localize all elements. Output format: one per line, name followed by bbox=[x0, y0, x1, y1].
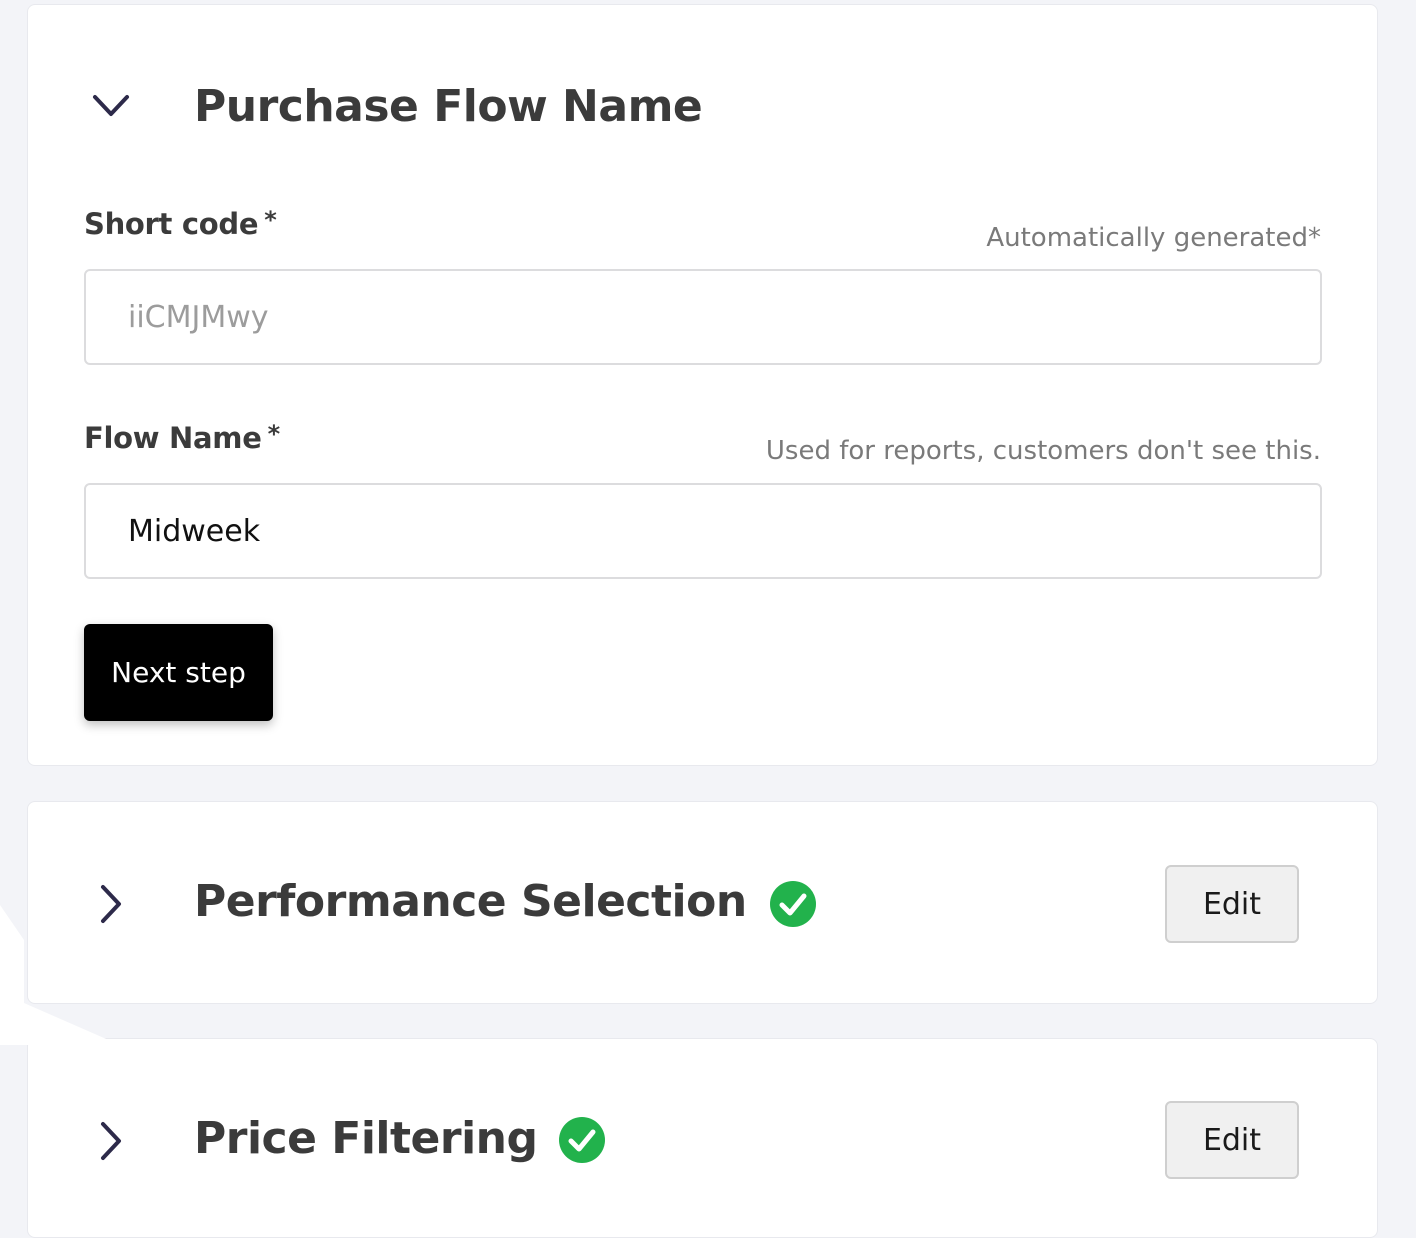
chevron-right-icon[interactable] bbox=[98, 884, 124, 924]
price-filtering-card: Price Filtering Edit bbox=[27, 1038, 1378, 1238]
flow-name-label: Flow Name * bbox=[84, 421, 280, 455]
short-code-label-text: Short code bbox=[84, 207, 259, 241]
chevron-right-icon[interactable] bbox=[98, 1121, 124, 1161]
section-title-purchase-flow: Purchase Flow Name bbox=[194, 81, 703, 132]
required-mark: * bbox=[267, 420, 281, 448]
edit-price-filtering-button[interactable]: Edit bbox=[1165, 1101, 1299, 1179]
edit-performance-selection-button[interactable]: Edit bbox=[1165, 865, 1299, 943]
short-code-label: Short code * bbox=[84, 207, 277, 241]
section-title-performance-selection: Performance Selection bbox=[194, 876, 747, 927]
flow-name-label-text: Flow Name bbox=[84, 421, 262, 455]
performance-selection-card: Performance Selection Edit bbox=[27, 801, 1378, 1004]
check-circle-icon bbox=[559, 1117, 605, 1163]
short-code-input[interactable] bbox=[84, 269, 1322, 365]
short-code-hint: Automatically generated* bbox=[986, 223, 1321, 253]
next-step-button[interactable]: Next step bbox=[84, 624, 273, 721]
chevron-down-icon[interactable] bbox=[92, 93, 130, 119]
section-title-price-filtering: Price Filtering bbox=[194, 1113, 538, 1164]
flow-name-hint: Used for reports, customers don't see th… bbox=[765, 436, 1321, 466]
flow-name-input[interactable] bbox=[84, 483, 1322, 579]
check-circle-icon bbox=[770, 881, 816, 927]
purchase-flow-card: Purchase Flow Name Short code * Automatic… bbox=[27, 4, 1378, 766]
required-mark: * bbox=[264, 206, 277, 234]
